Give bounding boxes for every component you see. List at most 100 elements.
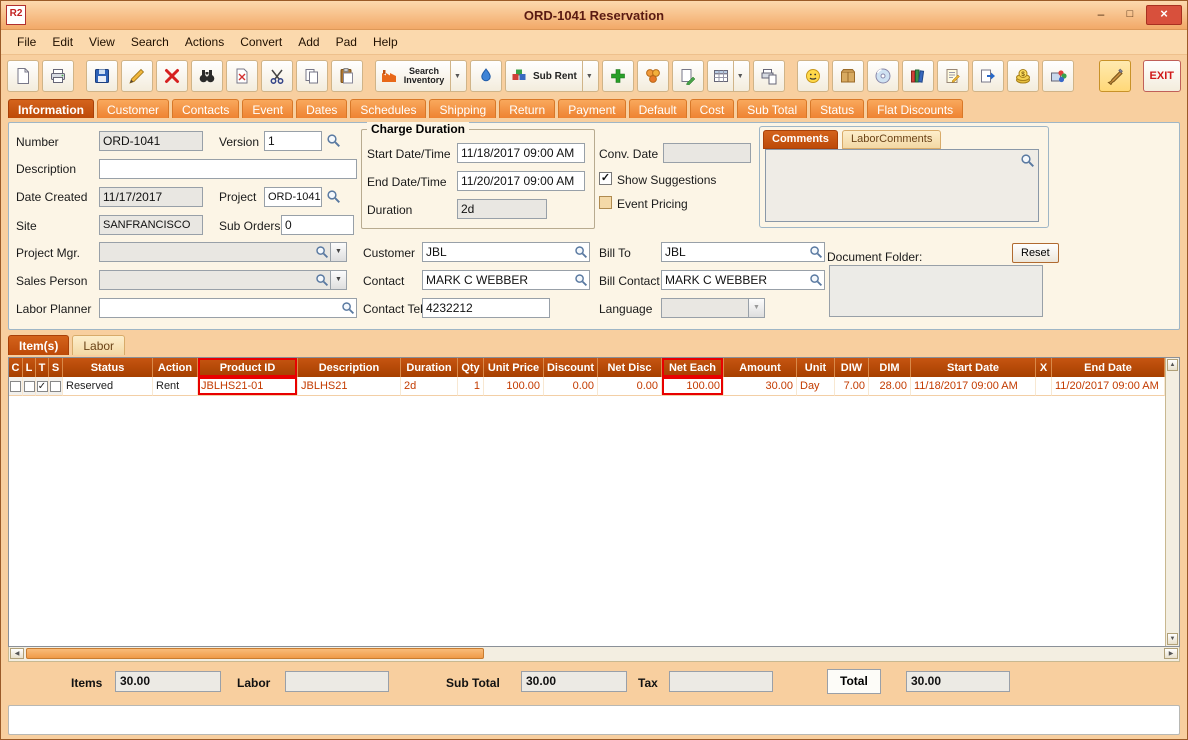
tab-shipping[interactable]: Shipping — [429, 99, 497, 118]
col-header-product-id[interactable]: Product ID — [198, 358, 298, 377]
tab-comments[interactable]: Comments — [763, 130, 838, 149]
export-button[interactable] — [971, 60, 1004, 92]
cell-c-checkbox[interactable] — [9, 377, 23, 396]
cell-product-id[interactable]: JBLHS21-01 — [198, 377, 298, 396]
cell-unit[interactable]: Day — [797, 377, 835, 396]
search-inventory-button[interactable]: Search Inventory ▼ — [375, 60, 467, 92]
print-button[interactable] — [42, 60, 74, 92]
contact-lookup-icon[interactable] — [574, 273, 588, 287]
search-inventory-dropdown[interactable]: ▼ — [450, 61, 464, 91]
project-mgr-dropdown[interactable]: ▼ — [330, 242, 347, 262]
col-header-duration[interactable]: Duration — [401, 358, 458, 377]
menu-add[interactable]: Add — [290, 32, 327, 52]
cell-t-checkbox[interactable]: ✓ — [36, 377, 49, 396]
sales-person-dropdown[interactable]: ▼ — [330, 270, 347, 290]
end-datetime-field[interactable]: 11/20/2017 09:00 AM — [457, 171, 585, 191]
maximize-button[interactable]: □ — [1117, 6, 1143, 24]
money-button[interactable]: $ — [1006, 60, 1039, 92]
catalog-books-button[interactable] — [901, 60, 934, 92]
col-header-net-disc[interactable]: Net Disc — [598, 358, 662, 377]
delete-button[interactable] — [156, 60, 188, 92]
tab-status[interactable]: Status — [810, 99, 865, 118]
menu-convert[interactable]: Convert — [232, 32, 290, 52]
tab-return[interactable]: Return — [499, 99, 556, 118]
cell-unit-price[interactable]: 100.00 — [484, 377, 544, 396]
menu-search[interactable]: Search — [123, 32, 177, 52]
menu-actions[interactable]: Actions — [177, 32, 232, 52]
inventory-items-button[interactable] — [1041, 60, 1074, 92]
group-items-button[interactable] — [636, 60, 669, 92]
cut-document-button[interactable] — [226, 60, 258, 92]
paint-drop-button[interactable] — [469, 60, 502, 92]
col-header-discount[interactable]: Discount — [544, 358, 598, 377]
menu-help[interactable]: Help — [365, 32, 406, 52]
grid-view-dropdown[interactable]: ▼ — [732, 61, 747, 91]
bill-to-field[interactable]: JBL — [661, 242, 825, 262]
menu-edit[interactable]: Edit — [44, 32, 81, 52]
sub-orders-field[interactable]: 0 — [281, 215, 354, 235]
event-pricing-checkbox[interactable] — [599, 196, 612, 209]
sales-person-field[interactable] — [99, 270, 331, 290]
edit-pencil-button[interactable] — [121, 60, 153, 92]
sales-person-lookup-icon[interactable] — [315, 273, 329, 287]
new-document-button[interactable] — [7, 60, 39, 92]
grid-view-button[interactable]: ▼ — [706, 60, 750, 92]
col-header-c[interactable]: C — [9, 358, 23, 377]
col-header-end-date[interactable]: End Date — [1052, 358, 1165, 377]
print-preview-button[interactable] — [752, 60, 785, 92]
reset-button[interactable]: Reset — [1012, 243, 1059, 263]
col-header-net-each[interactable]: Net Each — [662, 358, 724, 377]
notes-edit-button[interactable] — [936, 60, 969, 92]
contact-tel-field[interactable]: 4232212 — [422, 298, 550, 318]
tab-items[interactable]: Item(s) — [8, 335, 70, 355]
labor-planner-lookup-icon[interactable] — [341, 301, 355, 315]
col-header-action[interactable]: Action — [153, 358, 198, 377]
tab-contacts[interactable]: Contacts — [172, 99, 240, 118]
customer-lookup-icon[interactable] — [574, 245, 588, 259]
cd-disk-button[interactable] — [866, 60, 899, 92]
cell-end-date[interactable]: 11/20/2017 09:00 AM — [1052, 377, 1165, 396]
copy-button[interactable] — [296, 60, 328, 92]
project-mgr-field[interactable] — [99, 242, 331, 262]
minimize-button[interactable]: – — [1088, 6, 1114, 24]
cell-amount[interactable]: 30.00 — [724, 377, 797, 396]
cell-dim[interactable]: 28.00 — [869, 377, 911, 396]
scroll-left-icon[interactable]: ◀ — [10, 648, 24, 659]
tab-dates[interactable]: Dates — [296, 99, 348, 118]
description-field[interactable] — [99, 159, 357, 179]
menu-pad[interactable]: Pad — [328, 32, 365, 52]
col-header-unit-price[interactable]: Unit Price — [484, 358, 544, 377]
col-header-l[interactable]: L — [23, 358, 36, 377]
grid-vertical-scrollbar[interactable]: ▲ ▼ — [1165, 358, 1179, 646]
comments-box[interactable] — [765, 149, 1039, 222]
col-header-t[interactable]: T — [36, 358, 49, 377]
comments-lookup-icon[interactable] — [1020, 153, 1035, 168]
edit-note-button[interactable] — [671, 60, 704, 92]
close-button[interactable]: × — [1146, 5, 1182, 25]
cell-start-date[interactable]: 11/18/2017 09:00 AM — [911, 377, 1036, 396]
project-mgr-lookup-icon[interactable] — [315, 245, 329, 259]
tab-sub-total[interactable]: Sub Total — [737, 99, 808, 118]
bill-to-lookup-icon[interactable] — [809, 245, 823, 259]
project-lookup-icon[interactable] — [326, 189, 341, 204]
cell-diw[interactable]: 7.00 — [835, 377, 869, 396]
bill-contact-field[interactable]: MARK C WEBBER — [661, 270, 825, 290]
scissors-button[interactable] — [261, 60, 293, 92]
cell-s-checkbox[interactable] — [49, 377, 63, 396]
show-suggestions-checkbox[interactable]: ✓ — [599, 172, 612, 185]
tab-customer[interactable]: Customer — [97, 99, 170, 118]
col-header-status[interactable]: Status — [63, 358, 153, 377]
cell-description[interactable]: JBLHS21 — [298, 377, 401, 396]
col-header-diw[interactable]: DIW — [835, 358, 869, 377]
horizontal-scroll-thumb[interactable] — [26, 648, 484, 659]
package-button[interactable] — [831, 60, 864, 92]
document-folder-box[interactable] — [829, 265, 1043, 317]
cell-duration[interactable]: 2d — [401, 377, 458, 396]
bill-contact-lookup-icon[interactable] — [809, 273, 823, 287]
sub-rent-button[interactable]: Sub Rent ▼ — [504, 60, 599, 92]
menu-view[interactable]: View — [81, 32, 123, 52]
scroll-right-icon[interactable]: ▶ — [1164, 648, 1178, 659]
tab-flat-discounts[interactable]: Flat Discounts — [867, 99, 964, 118]
cell-net-each[interactable]: 100.00 — [662, 377, 724, 396]
grid-horizontal-scrollbar[interactable]: ◀ ▶ — [8, 647, 1180, 662]
